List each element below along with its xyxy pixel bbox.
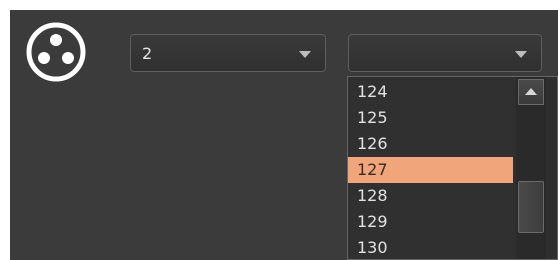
channel-dropdown-list: 124 125 126 127 128 129 130 bbox=[347, 76, 558, 260]
scrollbar-thumb[interactable] bbox=[518, 181, 544, 233]
channel-select[interactable] bbox=[348, 34, 542, 72]
universe-select[interactable]: 2 bbox=[130, 34, 326, 72]
dropdown-option[interactable]: 124 bbox=[348, 79, 513, 105]
chevron-down-icon bbox=[299, 51, 311, 58]
dropdown-option[interactable]: 128 bbox=[348, 183, 513, 209]
dmx-connector-icon bbox=[26, 22, 86, 82]
dropdown-option[interactable]: 129 bbox=[348, 209, 513, 235]
chevron-down-icon bbox=[515, 51, 527, 58]
dropdown-option-selected[interactable]: 127 bbox=[348, 157, 513, 183]
scroll-up-arrow-icon[interactable] bbox=[518, 79, 544, 105]
universe-select-value: 2 bbox=[142, 44, 153, 63]
dropdown-option[interactable]: 125 bbox=[348, 105, 513, 131]
dropdown-option[interactable]: 130 bbox=[348, 235, 513, 259]
dmx-settings-panel: 2 124 125 126 127 128 129 130 bbox=[10, 10, 558, 260]
dropdown-option[interactable]: 126 bbox=[348, 131, 513, 157]
